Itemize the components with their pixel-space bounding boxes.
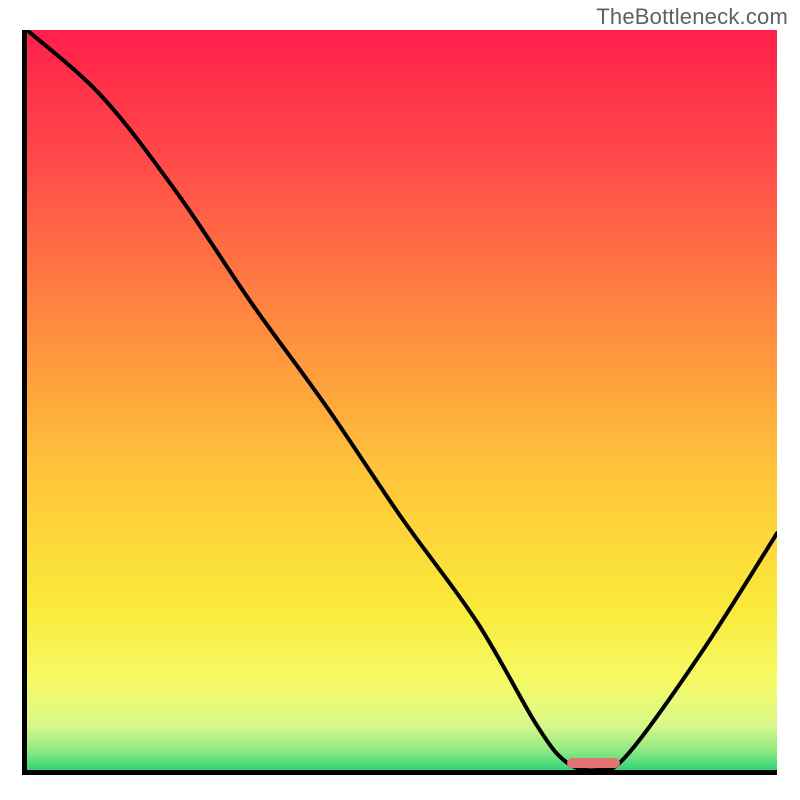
watermark-text: TheBottleneck.com — [596, 4, 788, 30]
bottleneck-curve — [27, 30, 777, 770]
x-axis — [22, 770, 777, 775]
plot-area — [27, 30, 777, 770]
y-axis — [22, 30, 27, 772]
optimal-zone-marker — [567, 758, 620, 768]
